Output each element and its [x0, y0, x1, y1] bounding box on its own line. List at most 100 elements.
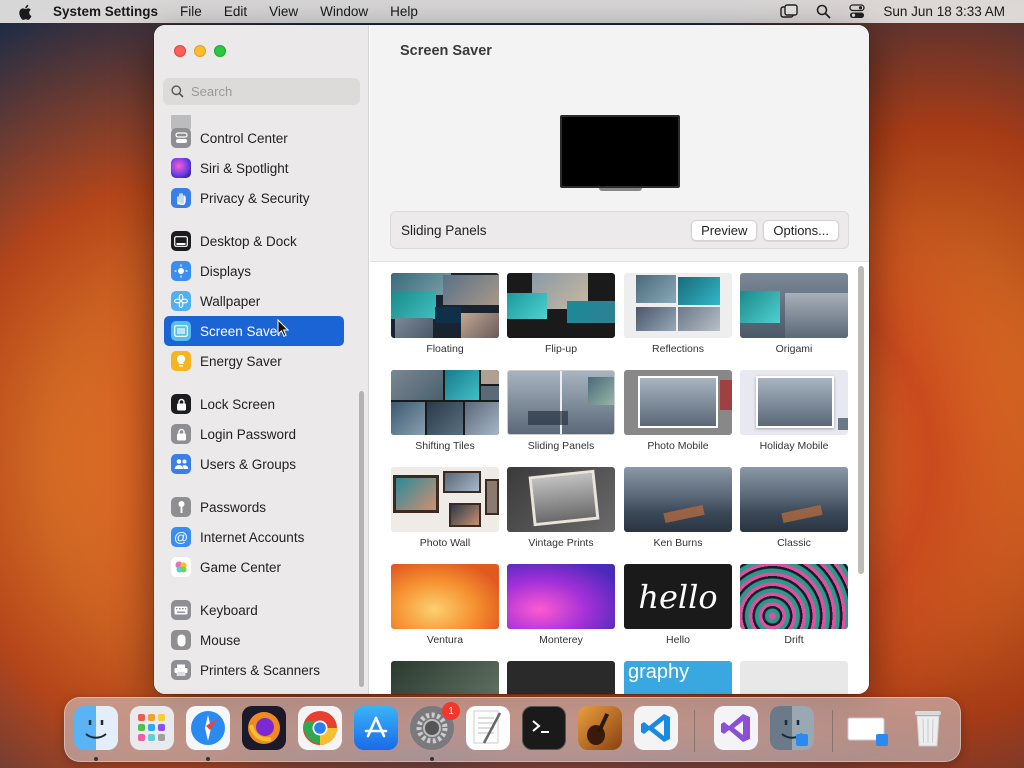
dock-safari[interactable]: [186, 706, 230, 750]
dock-chrome[interactable]: [298, 706, 342, 750]
saver-tile-ventura[interactable]: Ventura: [391, 564, 499, 646]
saver-thumbnail: [391, 467, 499, 532]
saver-tile-photo-mobile[interactable]: Photo Mobile: [624, 370, 732, 452]
sidebar-item-game-center[interactable]: Game Center: [164, 552, 344, 582]
chrome-icon: [303, 711, 337, 745]
saver-tile-partial-2[interactable]: [507, 661, 615, 694]
sidebar-item-screen-saver[interactable]: Screen Saver: [164, 316, 344, 346]
lock-icon: [171, 394, 191, 414]
sidebar-item-label: Wallpaper: [200, 293, 261, 309]
sidebar-item-wallpaper[interactable]: Wallpaper: [164, 286, 344, 316]
screen-mirroring-icon[interactable]: [780, 3, 799, 20]
dock-firefox[interactable]: [242, 706, 286, 750]
saver-tile-ken-burns[interactable]: Ken Burns: [624, 467, 732, 549]
trash-icon: [915, 711, 941, 747]
dock-instruments[interactable]: [578, 706, 622, 750]
sidebar-item-login-password[interactable]: Login Password: [164, 419, 344, 449]
dock-trash[interactable]: [906, 706, 950, 750]
mouse-cursor-icon: [277, 319, 289, 337]
saver-thumbnail: [740, 273, 848, 338]
saver-tile-partial-1[interactable]: [391, 661, 499, 694]
saver-tile-partial-4[interactable]: [740, 661, 848, 694]
current-screen-saver-row: Sliding Panels Preview Options...: [390, 211, 849, 249]
menu-clock[interactable]: Sun Jun 18 3:33 AM: [883, 4, 1005, 19]
main-pane: Screen Saver Sliding Panels Preview Opti…: [370, 25, 869, 694]
sidebar-item-control-center[interactable]: Control Center: [164, 123, 344, 153]
saver-label: Drift: [784, 634, 804, 646]
apple-menu-icon[interactable]: [17, 3, 35, 21]
saver-tile-shifting-tiles[interactable]: Shifting Tiles: [391, 370, 499, 452]
window-thumbnail-icon: [847, 717, 888, 746]
sidebar-item-passwords[interactable]: Passwords: [164, 492, 344, 522]
menu-edit[interactable]: Edit: [224, 4, 247, 19]
sidebar-item-siri-spotlight[interactable]: Siri & Spotlight: [164, 153, 344, 183]
saver-tile-partial-3[interactable]: graphy: [624, 661, 732, 694]
saver-tile-drift[interactable]: Drift: [740, 564, 848, 646]
sidebar-item-printers-scanners[interactable]: Printers & Scanners: [164, 655, 344, 685]
safari-icon: [191, 711, 225, 745]
sidebar-list: Control Center Siri & Spotlight Privacy …: [154, 115, 369, 694]
sidebar-item-users-groups[interactable]: Users & Groups: [164, 449, 344, 479]
dock-finder[interactable]: [74, 706, 118, 750]
spotlight-search-icon[interactable]: [816, 4, 832, 19]
sidebar-item-displays[interactable]: Displays: [164, 256, 344, 286]
dock-preview-window[interactable]: [846, 706, 890, 750]
close-button[interactable]: [174, 45, 186, 57]
sidebar-item-keyboard[interactable]: Keyboard: [164, 595, 344, 625]
saver-thumbnail: [391, 661, 499, 694]
saver-thumbnail: [740, 370, 848, 435]
dock-finder-copy[interactable]: [770, 706, 814, 750]
menu-view[interactable]: View: [269, 4, 298, 19]
saver-tile-hello[interactable]: hello Hello: [624, 564, 732, 646]
sidebar-item-mouse[interactable]: Mouse: [164, 625, 344, 655]
options-button[interactable]: Options...: [763, 219, 839, 241]
zoom-button[interactable]: [214, 45, 226, 57]
vscode-icon: [641, 714, 670, 742]
preview-button[interactable]: Preview: [691, 219, 758, 241]
saver-label: Photo Mobile: [647, 440, 709, 452]
sidebar-item-label: Siri & Spotlight: [200, 160, 289, 176]
saver-tile-flip-up[interactable]: Flip-up: [507, 273, 615, 355]
sidebar-item-lock-screen[interactable]: Lock Screen: [164, 389, 344, 419]
sidebar-item-label: Users & Groups: [200, 456, 297, 472]
search-input[interactable]: Search: [163, 78, 360, 105]
dock-vscode[interactable]: [634, 706, 678, 750]
saver-tile-monterey[interactable]: Monterey: [507, 564, 615, 646]
dock-visual-studio[interactable]: [714, 706, 758, 750]
saver-tile-vintage-prints[interactable]: Vintage Prints: [507, 467, 615, 549]
saver-tile-classic[interactable]: Classic: [740, 467, 848, 549]
grid-scrollbar[interactable]: [858, 266, 864, 574]
sidebar-scrollbar[interactable]: [359, 391, 364, 687]
saver-tile-photo-wall[interactable]: Photo Wall: [391, 467, 499, 549]
at-icon: @: [171, 527, 191, 547]
saver-thumbnail: [740, 661, 848, 694]
minimize-button[interactable]: [194, 45, 206, 57]
sidebar-item-label: Keyboard: [200, 602, 258, 618]
sidebar-item-internet-accounts[interactable]: @ Internet Accounts: [164, 522, 344, 552]
saver-tile-holiday-mobile[interactable]: Holiday Mobile: [740, 370, 848, 452]
saver-label: Monterey: [539, 634, 583, 646]
saver-tile-origami[interactable]: Origami: [740, 273, 848, 355]
menu-help[interactable]: Help: [390, 4, 418, 19]
game-center-icon: [171, 557, 191, 577]
saver-tile-floating[interactable]: Floating: [391, 273, 499, 355]
dock-launchpad[interactable]: [130, 706, 174, 750]
menu-file[interactable]: File: [180, 4, 202, 19]
sidebar-item-desktop-dock[interactable]: Desktop & Dock: [164, 226, 344, 256]
siri-icon: [171, 158, 191, 178]
dock-terminal[interactable]: [522, 706, 566, 750]
control-center-menu-icon[interactable]: [849, 4, 866, 19]
dock-app-store[interactable]: [354, 706, 398, 750]
saver-tile-reflections[interactable]: Reflections: [624, 273, 732, 355]
sidebar-item-energy-saver[interactable]: Energy Saver: [164, 346, 344, 376]
saver-tile-sliding-panels[interactable]: Sliding Panels: [507, 370, 615, 452]
menu-bar: System Settings File Edit View Window He…: [0, 0, 1024, 23]
keyboard-icon: [171, 600, 191, 620]
saver-label: Hello: [666, 634, 690, 646]
dock-textedit[interactable]: [466, 706, 510, 750]
sidebar-item-privacy-security[interactable]: Privacy & Security: [164, 183, 344, 213]
menu-app-name[interactable]: System Settings: [53, 4, 158, 19]
visual-studio-icon: [721, 714, 750, 742]
menu-window[interactable]: Window: [320, 4, 368, 19]
saver-thumbnail: [624, 467, 732, 532]
